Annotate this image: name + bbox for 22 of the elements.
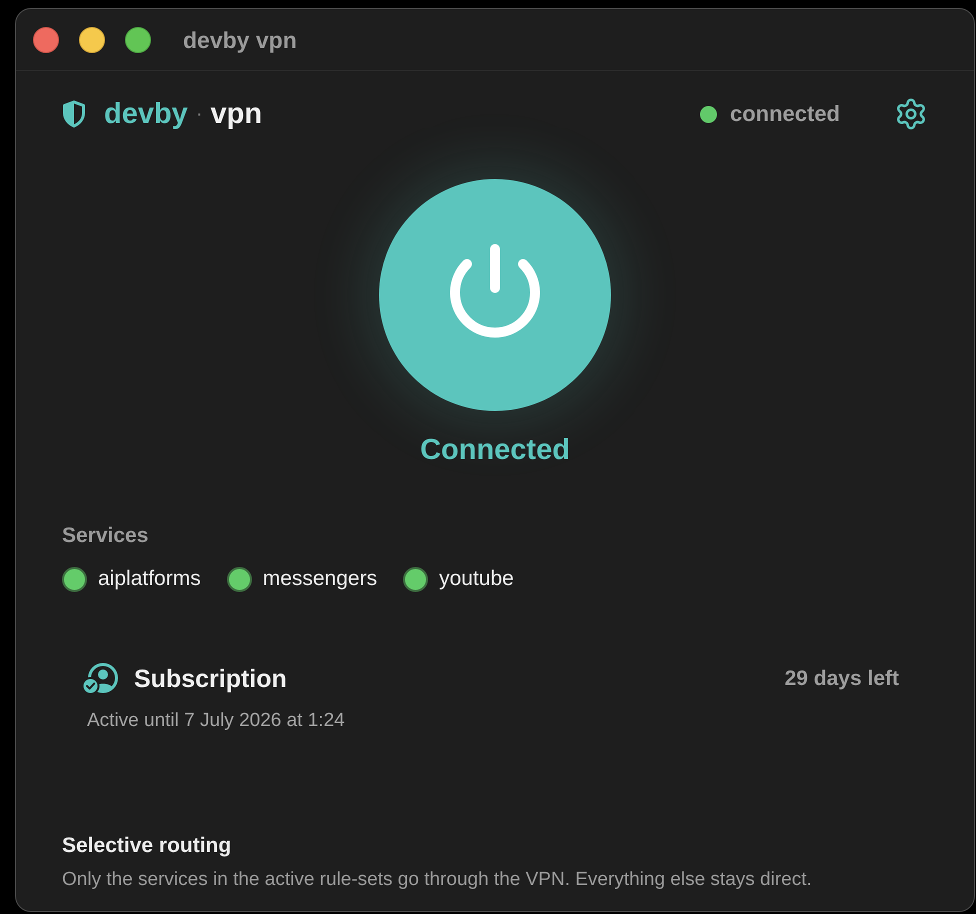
- window-title: devby vpn: [183, 26, 297, 54]
- services-heading: Services: [62, 523, 150, 549]
- shield-icon: [62, 100, 86, 128]
- service-toggle[interactable]: youtube: [403, 566, 514, 592]
- brand-separator: ·: [196, 102, 202, 127]
- routing-title: Selective routing: [62, 833, 232, 859]
- service-toggle[interactable]: messengers: [226, 566, 378, 592]
- settings-button[interactable]: [894, 97, 928, 131]
- product-name: vpn: [210, 98, 262, 130]
- connection-status: Connected: [420, 433, 570, 468]
- status-label: connected: [730, 100, 840, 128]
- subscription-expiry: Active until 7 July 2026 at 1:24: [87, 709, 346, 733]
- settings-icon: [894, 97, 928, 131]
- user-check-icon: [82, 663, 120, 695]
- routing-description: Only the services in the active rule-sets go through the VPN. Everything else stays direct.: [62, 868, 813, 892]
- service-toggle[interactable]: aiplatforms: [62, 566, 201, 592]
- close-button[interactable]: [33, 26, 59, 52]
- brand-name: devby: [104, 98, 188, 130]
- minimize-button[interactable]: [79, 26, 105, 52]
- days-left: 29 days left: [784, 666, 899, 692]
- zoom-button[interactable]: [125, 26, 151, 52]
- subscription-title: Subscription: [134, 664, 287, 694]
